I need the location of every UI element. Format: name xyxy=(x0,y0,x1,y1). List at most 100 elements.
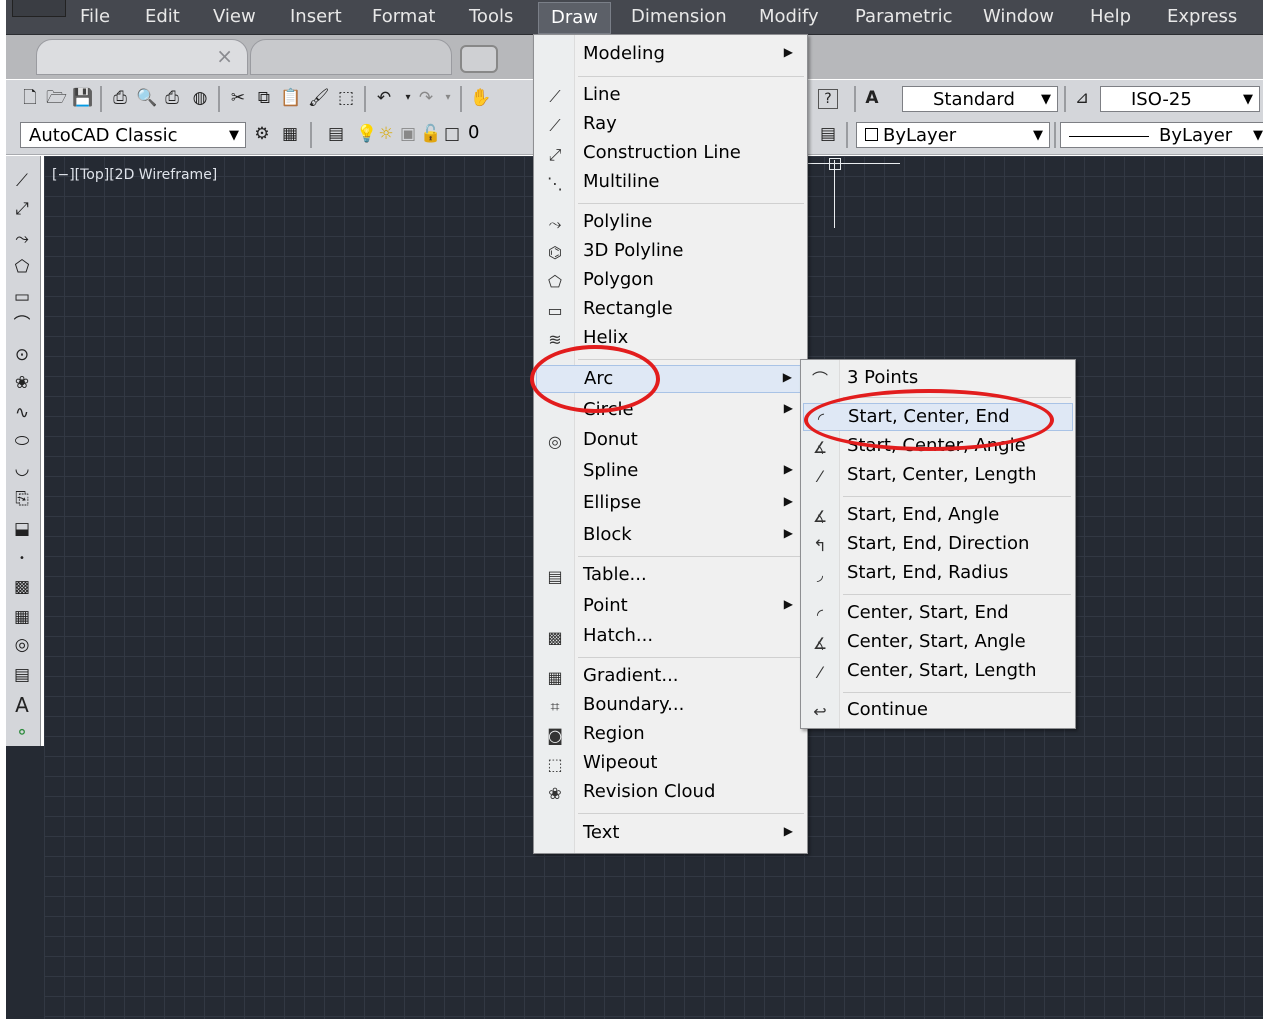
menu-view[interactable]: View xyxy=(213,6,256,27)
workspace-select[interactable]: AutoCAD Classic ▼ xyxy=(20,122,246,148)
viewport-controls-label[interactable]: [−][Top][2D Wireframe] xyxy=(52,167,217,183)
plot-icon[interactable]: ⎙ xyxy=(110,88,130,108)
line-icon[interactable]: ⟋ xyxy=(11,170,33,192)
menu-item-multiline[interactable]: ⋱ Multiline xyxy=(536,169,805,197)
menu-item-arc-center-start-length[interactable]: ⁄ Center, Start, Length xyxy=(803,658,1073,686)
menu-item-table[interactable]: ▤ Table... xyxy=(536,562,805,590)
polygon-icon[interactable]: ⬠ xyxy=(11,256,33,278)
text-style-select[interactable]: Standard ▼ xyxy=(902,86,1058,112)
undo-icon[interactable]: ↶ xyxy=(374,88,394,108)
menu-item-donut[interactable]: ◎ Donut xyxy=(536,427,805,455)
workspace-settings-icon[interactable]: ⚙ xyxy=(252,124,272,144)
menu-item-arc-continue[interactable]: ↩ Continue xyxy=(803,697,1073,725)
menu-item-rectangle[interactable]: ▭ Rectangle xyxy=(536,296,805,324)
dimension-style-select[interactable]: ISO-25 ▼ xyxy=(1100,86,1260,112)
dimension-style-icon[interactable]: ⊿ xyxy=(1072,88,1092,108)
paste-icon[interactable]: 📋 xyxy=(280,88,301,108)
menu-item-helix[interactable]: ≋ Helix xyxy=(536,325,805,353)
menu-parametric[interactable]: Parametric xyxy=(855,6,952,27)
menu-item-spline[interactable]: Spline ▶ xyxy=(536,458,805,486)
3d-dwf-icon[interactable]: ◍ xyxy=(190,88,210,108)
new-file-icon[interactable]: 🗋 xyxy=(20,88,40,108)
menu-item-arc-center-start-end[interactable]: ◜ Center, Start, End xyxy=(803,600,1073,628)
menu-item-3d-polyline[interactable]: ⌬ 3D Polyline xyxy=(536,238,805,266)
open-file-icon[interactable]: 🗁 xyxy=(46,88,67,108)
insert-block-icon[interactable]: ⎘ xyxy=(11,488,33,510)
linetype-select[interactable]: ByLayer ▼ xyxy=(1060,122,1263,148)
menu-item-circle[interactable]: Circle ▶ xyxy=(536,397,805,425)
menu-item-ellipse[interactable]: Ellipse ▶ xyxy=(536,490,805,518)
menu-help[interactable]: Help xyxy=(1090,6,1131,27)
menu-item-arc-start-center-length[interactable]: ⁄ Start, Center, Length xyxy=(803,462,1073,490)
layer-lock-icon[interactable]: 🔓 xyxy=(420,124,441,144)
menu-item-arc-start-end-radius[interactable]: ◞ Start, End, Radius xyxy=(803,560,1073,588)
circle-icon[interactable]: ⊙ xyxy=(11,344,33,366)
layer-color-icon[interactable]: □ xyxy=(442,124,462,144)
redo-dropdown-icon[interactable]: ▾ xyxy=(438,88,458,108)
rectangle-icon[interactable]: ▭ xyxy=(11,286,33,308)
help-icon[interactable]: ? xyxy=(818,89,838,109)
block-editor-icon[interactable]: ⬚ xyxy=(336,88,356,108)
document-tab-inactive[interactable] xyxy=(250,39,452,75)
menu-item-gradient[interactable]: ▦ Gradient... xyxy=(536,663,805,691)
current-layer-name[interactable]: 0 xyxy=(468,122,479,143)
menu-item-line[interactable]: ⟋ Line xyxy=(536,82,805,110)
menu-draw[interactable]: Draw xyxy=(538,2,612,34)
make-block-icon[interactable]: ⬓ xyxy=(11,518,33,540)
hatch-icon[interactable]: ▩ xyxy=(11,576,33,598)
match-properties-icon[interactable]: 🖌 xyxy=(308,88,330,108)
menu-express[interactable]: Express xyxy=(1167,6,1237,27)
redo-icon[interactable]: ↷ xyxy=(416,88,436,108)
menu-item-arc-start-center-end[interactable]: ◜ Start, Center, End xyxy=(803,403,1073,431)
arc-icon[interactable]: ⌒ xyxy=(11,314,33,336)
menu-item-arc-3-points[interactable]: ⌒ 3 Points xyxy=(803,365,1073,393)
undo-dropdown-icon[interactable]: ▾ xyxy=(398,88,418,108)
menu-dimension[interactable]: Dimension xyxy=(631,6,727,27)
layer-properties-icon[interactable]: ▤ xyxy=(326,124,346,144)
table-icon[interactable]: ▤ xyxy=(11,664,33,686)
menu-item-arc-start-end-angle[interactable]: ∡ Start, End, Angle xyxy=(803,502,1073,530)
layer-on-icon[interactable]: 💡 xyxy=(356,124,377,144)
menu-file[interactable]: File xyxy=(80,6,110,27)
save-icon[interactable]: 💾 xyxy=(72,88,93,108)
menu-insert[interactable]: Insert xyxy=(290,6,342,27)
plot-preview-icon[interactable]: 🔍 xyxy=(136,88,157,108)
menu-format[interactable]: Format xyxy=(372,6,435,27)
ellipse-icon[interactable]: ⬭ xyxy=(11,430,33,452)
ellipse-arc-icon[interactable]: ◡ xyxy=(11,458,33,480)
spline-icon[interactable]: ∿ xyxy=(11,402,33,424)
cut-icon[interactable]: ✂ xyxy=(228,88,248,108)
make-current-layer-icon[interactable]: ▤ xyxy=(818,124,838,144)
menu-item-arc-start-center-angle[interactable]: ∡ Start, Center, Angle xyxy=(803,433,1073,461)
menu-item-point[interactable]: Point ▶ xyxy=(536,593,805,621)
multiline-text-icon[interactable]: A xyxy=(11,694,33,716)
menu-item-arc[interactable]: Arc ▶ xyxy=(536,365,805,393)
menu-item-text[interactable]: Text ▶ xyxy=(536,820,805,848)
layer-freeze-icon[interactable]: ☼ xyxy=(376,124,396,144)
layer-viewport-icon[interactable]: ▣ xyxy=(398,124,418,144)
menu-window[interactable]: Window xyxy=(983,6,1054,27)
menu-edit[interactable]: Edit xyxy=(145,6,180,27)
new-tab-icon[interactable] xyxy=(460,45,498,73)
menu-item-arc-center-start-angle[interactable]: ∡ Center, Start, Angle xyxy=(803,629,1073,657)
menu-item-polygon[interactable]: ⬠ Polygon xyxy=(536,267,805,295)
revision-cloud-icon[interactable]: ❀ xyxy=(11,372,33,394)
workspace-icon[interactable]: ▦ xyxy=(280,124,300,144)
menu-item-boundary[interactable]: ⌗ Boundary... xyxy=(536,692,805,720)
point-icon[interactable]: • xyxy=(11,548,33,570)
pan-icon[interactable]: ✋ xyxy=(470,88,491,108)
gradient-icon[interactable]: ▦ xyxy=(11,606,33,628)
menu-item-wipeout[interactable]: ⬚ Wipeout xyxy=(536,750,805,778)
menu-item-construction-line[interactable]: ⤢ Construction Line xyxy=(536,140,805,168)
region-icon[interactable]: ◎ xyxy=(11,634,33,656)
polyline-icon[interactable]: ⤳ xyxy=(11,228,33,250)
publish-icon[interactable]: ⎙ xyxy=(162,88,182,108)
copy-icon[interactable]: ⧉ xyxy=(254,88,274,108)
menu-item-polyline[interactable]: ⤳ Polyline xyxy=(536,209,805,237)
tab-close-icon[interactable]: × xyxy=(216,44,233,68)
construction-line-icon[interactable]: ⤢ xyxy=(11,198,33,220)
menu-tools[interactable]: Tools xyxy=(469,6,513,27)
menu-item-ray[interactable]: ⟋ Ray xyxy=(536,111,805,139)
menu-item-hatch[interactable]: ▩ Hatch... xyxy=(536,623,805,651)
text-style-icon[interactable]: A xyxy=(862,88,882,108)
